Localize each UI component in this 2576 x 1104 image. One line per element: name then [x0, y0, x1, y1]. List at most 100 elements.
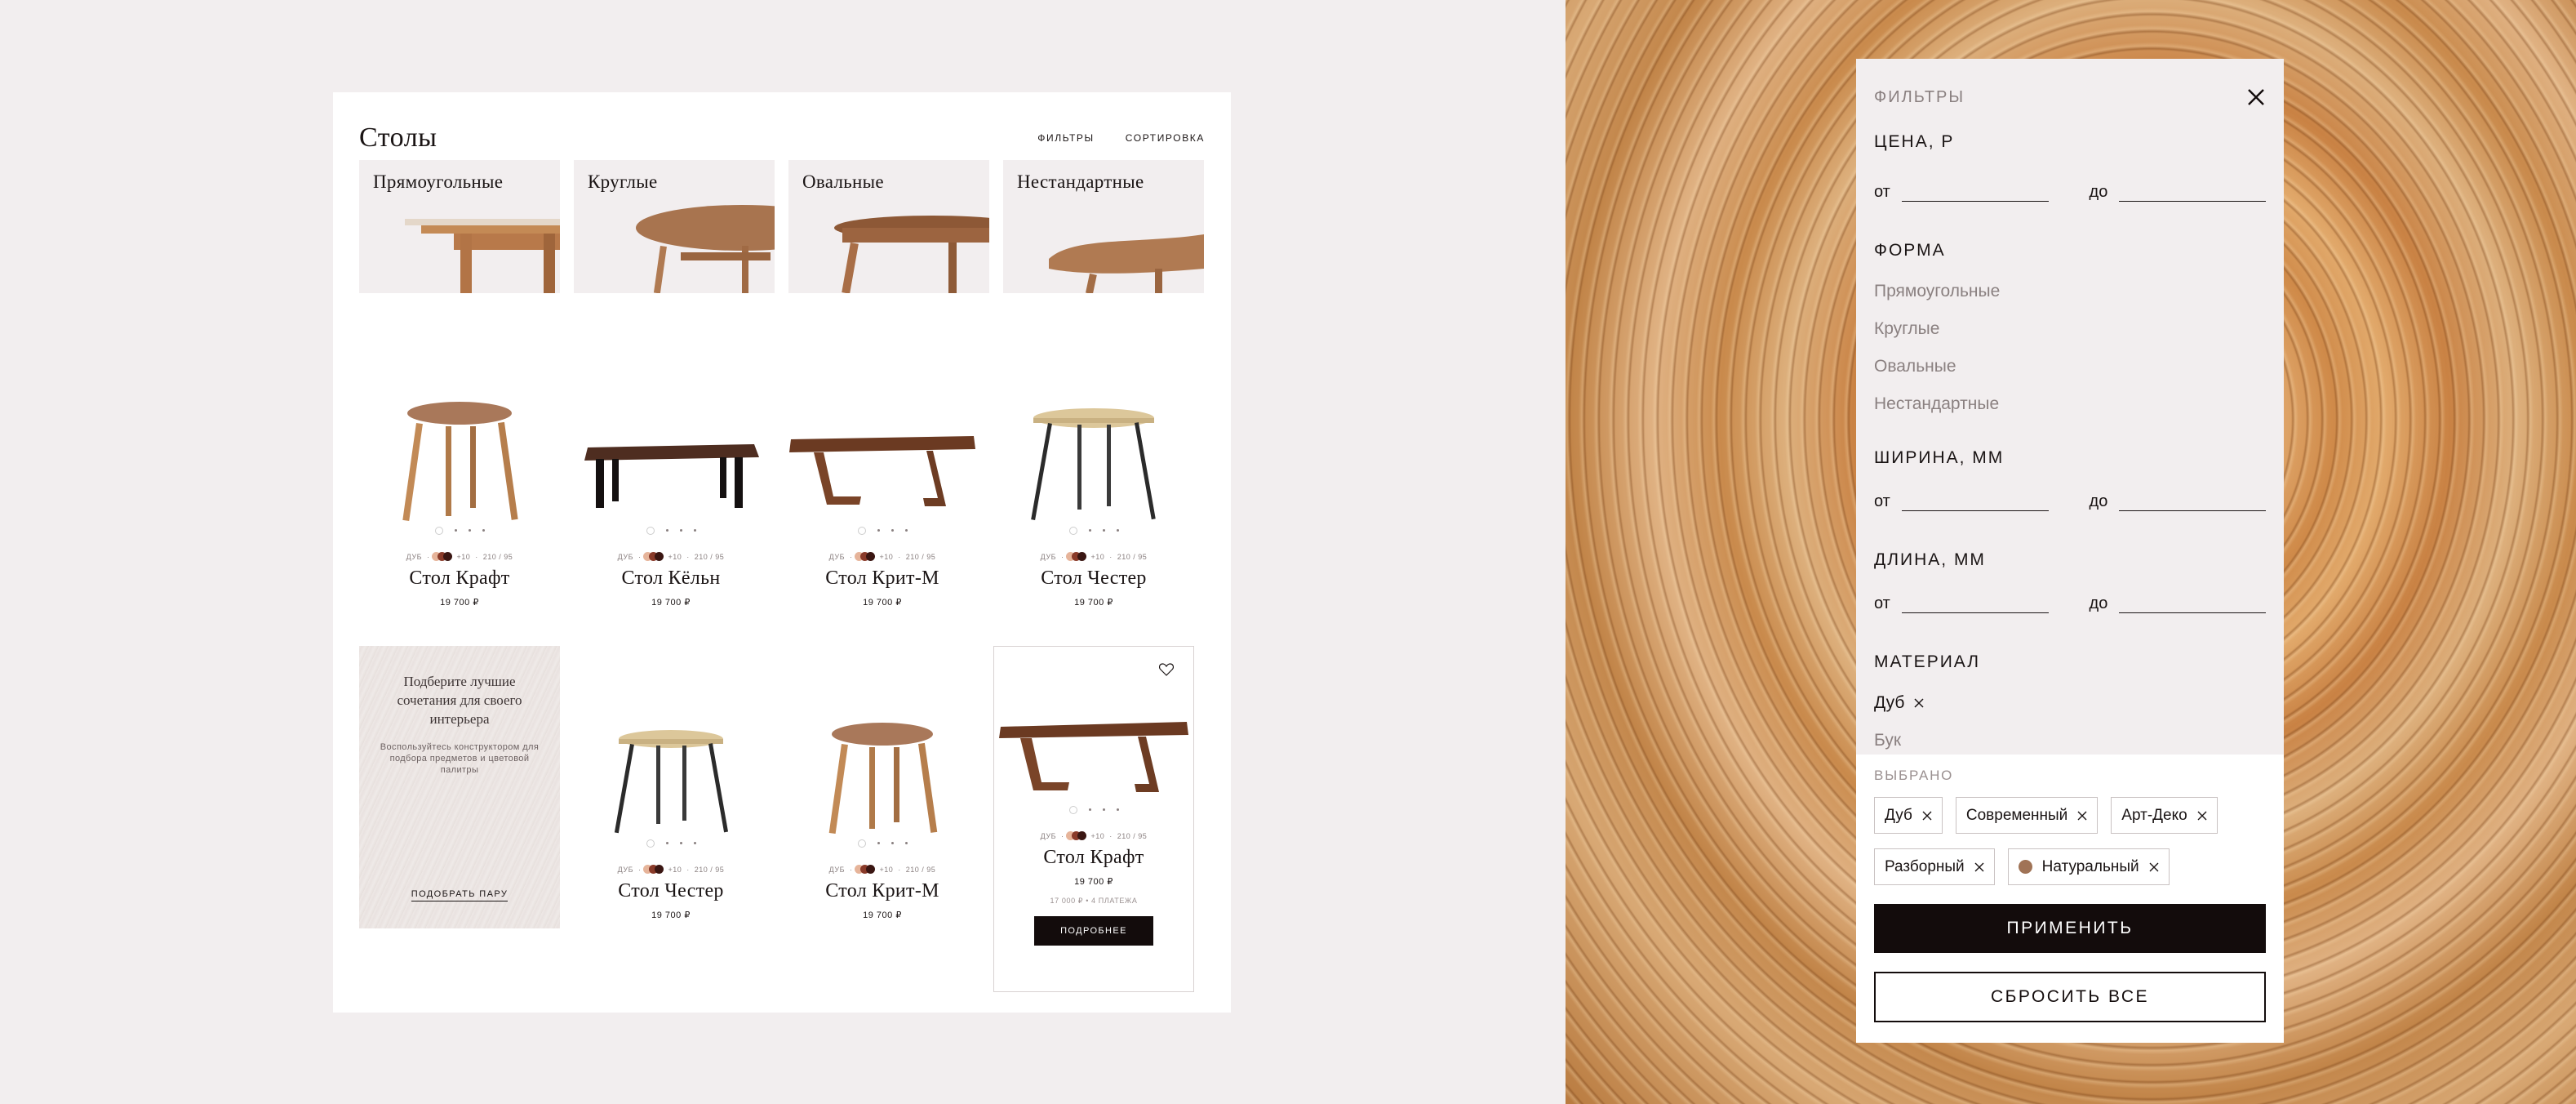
page-title: Столы — [359, 122, 437, 153]
product-meta: ДУБ · +10 · 210 / 95 — [617, 552, 725, 561]
width-from-input[interactable] — [1901, 500, 2049, 511]
chip-label: Современный — [1965, 806, 2068, 824]
round-table-image — [1031, 408, 1156, 521]
close-icon[interactable] — [2197, 811, 2207, 821]
colors-more: +10 — [668, 865, 682, 874]
product-price: 19 700 ₽ — [1074, 598, 1113, 608]
product-card[interactable]: ДУБ · +10 · 210 / 95 Стол Честер 19 700 ₽ — [993, 333, 1194, 646]
color-dots — [993, 527, 1194, 537]
category-tiles: Прямоугольные Круглые Овальные Нестандар… — [359, 160, 1205, 293]
color-swatches — [642, 865, 664, 874]
product-meta: ДУБ · +10 · 210 / 95 — [828, 865, 936, 874]
chip-natural[interactable]: Натуральный — [2007, 848, 2170, 885]
shape-option-rectangular[interactable]: Прямоугольные — [1874, 282, 2266, 301]
heart-icon[interactable] — [1159, 663, 1174, 676]
color-dots — [359, 527, 560, 537]
colors-more: +10 — [1090, 831, 1105, 840]
material-option-beech[interactable]: Бук — [1874, 731, 2266, 750]
filters-link[interactable]: ФИЛЬТРЫ — [1037, 132, 1094, 144]
width-to-label: до — [2089, 492, 2108, 510]
product-image — [571, 646, 771, 834]
product-grid: ДУБ· +10· 210 / 95 Стол Крафт 19 700 ₽ — [359, 333, 1205, 992]
price-to-label: до — [2089, 183, 2108, 201]
catalog-actions: ФИЛЬТРЫ СОРТИРОВКА — [1037, 132, 1205, 144]
round-table-image — [614, 730, 728, 834]
product-card-hover[interactable]: ДУБ · +10 · 210 / 95 Стол Крафт 19 700 ₽ 1… — [993, 646, 1194, 992]
material: ДУБ — [828, 552, 845, 561]
length-to-input[interactable] — [2119, 602, 2267, 613]
category-round[interactable]: Круглые — [574, 160, 775, 293]
shape-option-oval[interactable]: Овальные — [1874, 357, 2266, 376]
color-dots — [782, 839, 983, 850]
product-price: 19 700 ₽ — [863, 598, 902, 608]
material-option-oak[interactable]: Дуб — [1874, 693, 2266, 713]
apply-button[interactable]: ПРИМЕНИТЬ — [1874, 904, 2266, 953]
product-card[interactable]: ДУБ · +10 · 210 / 95 Стол Крафт 19 700 ₽ — [359, 333, 560, 646]
width-from-label: от — [1874, 492, 1890, 510]
chip-art-deco[interactable]: Арт-Деко — [2111, 797, 2218, 834]
product-meta: ДУБ · +10 · 210 / 95 — [1040, 552, 1148, 561]
pick-pair-button[interactable]: ПОДОБРАТЬ ПАРУ — [411, 889, 509, 901]
product-name: Стол Честер — [618, 880, 724, 901]
category-label: Овальные — [802, 171, 884, 192]
category-oval[interactable]: Овальные — [788, 160, 989, 293]
selected-chips: Дуб Современный Арт-Деко Разборный Натур… — [1874, 797, 2266, 885]
chip-oak[interactable]: Дуб — [1874, 797, 1943, 834]
details-button[interactable]: ПОДРОБНЕЕ — [1034, 916, 1153, 946]
close-icon[interactable] — [2246, 87, 2266, 107]
price-to-input[interactable] — [2119, 190, 2267, 202]
product-card[interactable]: ДУБ · +10 · 210 / 95 Стол Кёльн 19 700 ₽ — [571, 333, 771, 646]
filters-header: ФИЛЬТРЫ — [1874, 59, 2266, 132]
color-swatches — [431, 552, 452, 561]
color-swatches — [854, 552, 875, 561]
chip-modern[interactable]: Современный — [1955, 797, 2099, 834]
material-oak-label: Дуб — [1874, 693, 1905, 712]
category-rectangular[interactable]: Прямоугольные — [359, 160, 560, 293]
rectangular-table-image — [584, 444, 759, 508]
material: ДУБ — [828, 865, 845, 874]
product-card[interactable]: ДУБ · +10 · 210 / 95 Стол Крит-М 19 700 ₽ — [782, 333, 983, 646]
size: 210 / 95 — [905, 552, 936, 561]
close-icon[interactable] — [2077, 811, 2087, 821]
product-name: Стол Крафт — [409, 568, 510, 589]
product-card[interactable]: ДУБ · +10 · 210 / 95 Стол Честер 19 700 ₽ — [571, 646, 771, 992]
length-range: от до — [1874, 594, 2267, 613]
selected-filters: ВЫБРАНО Дуб Современный Арт-Деко Разборн… — [1874, 768, 2266, 885]
category-custom[interactable]: Нестандартные — [1003, 160, 1204, 293]
length-from-label: от — [1874, 594, 1890, 612]
catalog-header: Столы ФИЛЬТРЫ СОРТИРОВКА — [359, 114, 1205, 162]
width-to-input[interactable] — [2119, 500, 2267, 511]
product-card[interactable]: ДУБ · +10 · 210 / 95 Стол Крит-М 19 700 ₽ — [782, 646, 983, 992]
color-dots — [571, 839, 771, 850]
shape-option-round[interactable]: Круглые — [1874, 319, 2266, 339]
catalog-card: Столы ФИЛЬТРЫ СОРТИРОВКА Прямоугольные К… — [333, 92, 1231, 1013]
chip-label: Разборный — [1885, 857, 1965, 875]
product-name: Стол Кёльн — [621, 568, 721, 589]
promo-heading: Подберите лучшие сочетания для своего ин… — [397, 674, 522, 727]
material: ДУБ — [617, 552, 633, 561]
color-dots — [571, 527, 771, 537]
close-icon[interactable] — [1974, 862, 1984, 872]
shape-option-custom[interactable]: Нестандартные — [1874, 394, 2266, 414]
filters-scroll-area[interactable]: ФИЛЬТРЫ ЦЕНА, Р от до ФОРМА Прямоугольны… — [1856, 59, 2284, 755]
price-from-input[interactable] — [1901, 190, 2049, 202]
chip-collapsible[interactable]: Разборный — [1874, 848, 1995, 885]
length-from-input[interactable] — [1901, 602, 2049, 613]
size: 210 / 95 — [694, 552, 725, 561]
price-range: от до — [1874, 183, 2267, 202]
width-label: ШИРИНА, ММ — [1874, 448, 2005, 467]
reset-button[interactable]: СБРОСИТЬ ВСЕ — [1874, 972, 2266, 1022]
product-price: 19 700 ₽ — [651, 598, 691, 608]
close-icon[interactable] — [1922, 811, 1932, 821]
sort-link[interactable]: СОРТИРОВКА — [1126, 132, 1205, 144]
product-meta: ДУБ · +10 · 210 / 95 — [1040, 831, 1148, 840]
product-name: Стол Крафт — [1043, 847, 1144, 868]
close-icon[interactable] — [2149, 862, 2159, 872]
color-swatches — [854, 865, 875, 874]
rectangular-table-image — [999, 722, 1188, 792]
oval-table-image — [834, 216, 989, 293]
promo-card: Подберите лучшие сочетания для своего ин… — [359, 646, 560, 928]
promo-text: Воспользуйтесь конструктором для подбора… — [380, 742, 540, 775]
width-range: от до — [1874, 492, 2267, 511]
close-icon[interactable] — [1914, 698, 1924, 708]
